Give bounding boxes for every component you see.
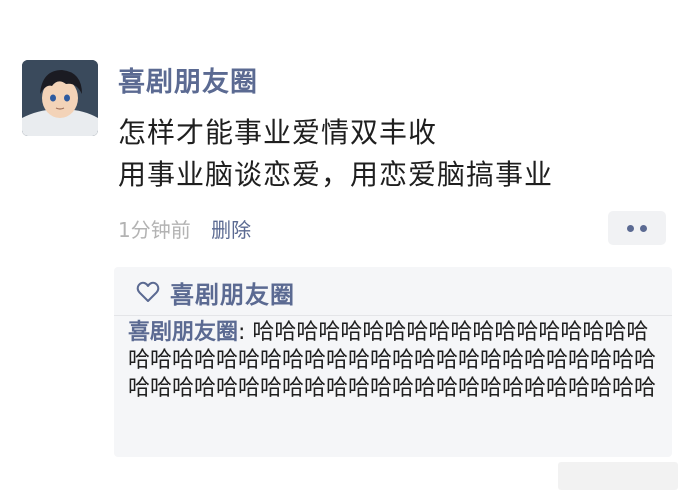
post-content: 怎样才能事业爱情双丰收 用事业脑谈恋爱，用恋爱脑搞事业	[118, 112, 553, 196]
likes-comments-panel: 喜剧朋友圈 喜剧朋友圈: 哈哈哈哈哈哈哈哈哈哈哈哈哈哈哈哈哈哈哈哈哈哈哈哈哈哈哈…	[114, 267, 672, 457]
avatar[interactable]	[22, 60, 98, 136]
heart-outline-icon	[136, 281, 160, 302]
commenter-name[interactable]: 喜剧朋友圈	[128, 320, 238, 345]
comment-item[interactable]: 喜剧朋友圈: 哈哈哈哈哈哈哈哈哈哈哈哈哈哈哈哈哈哈哈哈哈哈哈哈哈哈哈哈哈哈哈哈哈…	[128, 319, 668, 403]
more-dot-icon	[627, 224, 634, 232]
divider	[114, 315, 672, 316]
post-line: 怎样才能事业爱情双丰收	[118, 116, 438, 149]
avatar-image	[22, 60, 98, 136]
post-line: 用事业脑谈恋爱，用恋爱脑搞事业	[118, 158, 554, 191]
more-dot-icon	[640, 224, 647, 232]
comment-separator: :	[238, 320, 253, 345]
post-meta: 1分钟前 删除	[118, 214, 251, 243]
watermark	[558, 462, 678, 490]
liker-name[interactable]: 喜剧朋友圈	[170, 275, 295, 310]
likes-row: 喜剧朋友圈	[136, 275, 295, 309]
delete-button[interactable]: 删除	[211, 218, 251, 242]
post-author-name[interactable]: 喜剧朋友圈	[118, 60, 258, 99]
more-actions-button[interactable]	[608, 211, 666, 245]
post-timestamp: 1分钟前	[118, 218, 191, 242]
